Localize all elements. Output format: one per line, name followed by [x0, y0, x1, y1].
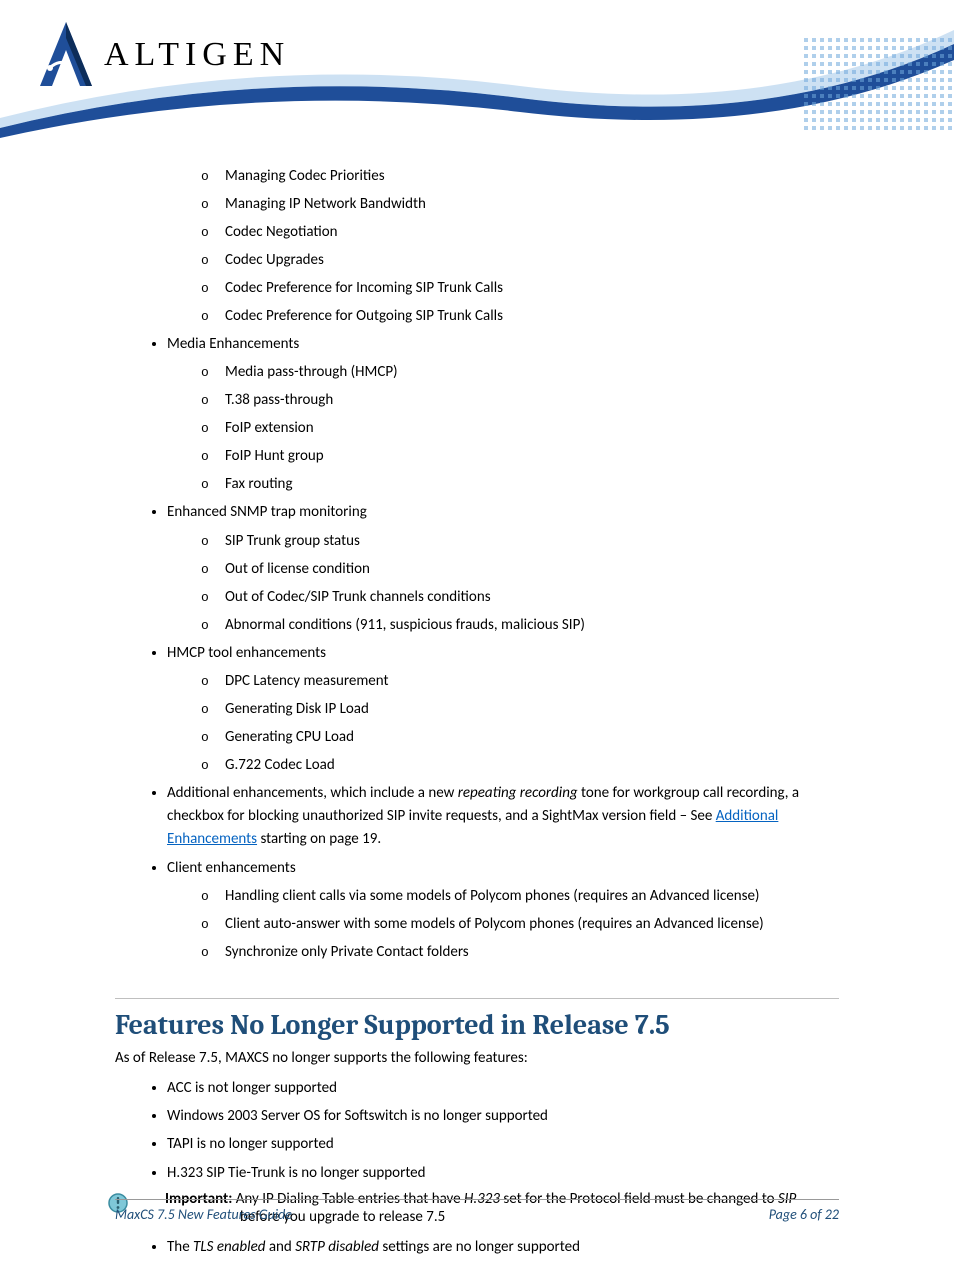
- additional-item: Additional enhancements, which include a…: [167, 782, 839, 852]
- list-item: FoIP Hunt group: [225, 444, 839, 468]
- list-item: Out of Codec/SIP Trunk channels conditio…: [225, 585, 839, 609]
- section-heading: Features No Longer Supported in Release …: [115, 998, 839, 1041]
- list-item: Handling client calls via some models of…: [225, 884, 839, 908]
- list-item: T.38 pass-through: [225, 388, 839, 412]
- list-item: DPC Latency measurement: [225, 669, 839, 693]
- text: settings are no longer supported: [379, 1238, 580, 1256]
- no-longer-supported-list: ACC is not longer supported Windows 2003…: [167, 1077, 839, 1185]
- text-italic: TLS enabled: [193, 1238, 265, 1256]
- tls-list: The TLS enabled and SRTP disabled settin…: [167, 1236, 839, 1259]
- text: and: [265, 1238, 295, 1256]
- section-intro: As of Release 7.5, MAXCS no longer suppo…: [115, 1049, 839, 1067]
- top-list: Media Enhancements Media pass-through (H…: [167, 333, 839, 964]
- list-label: HMCP tool enhancements: [167, 644, 326, 662]
- list-item: TAPI is no longer supported: [167, 1133, 839, 1156]
- list-item: Codec Preference for Incoming SIP Trunk …: [225, 276, 839, 300]
- list-item: Codec Negotiation: [225, 220, 839, 244]
- list-item: Media pass-through (HMCP): [225, 360, 839, 384]
- list-item: Generating Disk IP Load: [225, 697, 839, 721]
- list-item: Codec Upgrades: [225, 248, 839, 272]
- list-label: Media Enhancements: [167, 335, 299, 353]
- list-item: The TLS enabled and SRTP disabled settin…: [167, 1236, 839, 1259]
- text: Additional enhancements, which include a…: [167, 784, 458, 802]
- document-page: ALTIGEN Managing Codec Priorities Managi…: [0, 0, 954, 1259]
- list-item: Generating CPU Load: [225, 725, 839, 749]
- logo-text: ALTIGEN: [104, 36, 290, 74]
- list-item: Media Enhancements Media pass-through (H…: [167, 333, 839, 496]
- list-item: Client enhancements Handling client call…: [167, 857, 839, 964]
- list-item: G.722 Codec Load: [225, 753, 839, 777]
- list-item: Windows 2003 Server OS for Softswitch is…: [167, 1105, 839, 1128]
- snmp-sublist: SIP Trunk group status Out of license co…: [225, 529, 839, 637]
- logo-mark-icon: [38, 20, 94, 90]
- text: starting on page 19.: [257, 830, 381, 848]
- list-item: ACC is not longer supported: [167, 1077, 839, 1100]
- list-item: Fax routing: [225, 472, 839, 496]
- page-footer: MaxCS 7.5 New Features Guide Page 6 of 2…: [115, 1199, 839, 1223]
- client-sublist: Handling client calls via some models of…: [225, 884, 839, 964]
- list-label: Client enhancements: [167, 859, 296, 877]
- footer-page-number: Page 6 of 22: [769, 1206, 839, 1223]
- media-sublist: Media pass-through (HMCP) T.38 pass-thro…: [225, 360, 839, 496]
- list-item: Abnormal conditions (911, suspicious fra…: [225, 613, 839, 637]
- hmcp-sublist: DPC Latency measurement Generating Disk …: [225, 669, 839, 777]
- company-logo: ALTIGEN: [38, 20, 290, 90]
- list-item: HMCP tool enhancements DPC Latency measu…: [167, 642, 839, 777]
- list-item: H.323 SIP Tie-Trunk is no longer support…: [167, 1162, 839, 1185]
- text-italic: repeating recording: [458, 784, 578, 802]
- list-item: Out of license condition: [225, 557, 839, 581]
- list-item: SIP Trunk group status: [225, 529, 839, 553]
- text-italic: SRTP disabled: [295, 1238, 379, 1256]
- list-item: Codec Preference for Outgoing SIP Trunk …: [225, 304, 839, 328]
- page-header: ALTIGEN: [0, 0, 954, 150]
- header-dot-pattern: [804, 38, 954, 133]
- list-item: Managing IP Network Bandwidth: [225, 192, 839, 216]
- list-item: Managing Codec Priorities: [225, 164, 839, 188]
- list-item: Synchronize only Private Contact folders: [225, 940, 839, 964]
- codec-sublist: Managing Codec Priorities Managing IP Ne…: [225, 164, 839, 328]
- list-item: FoIP extension: [225, 416, 839, 440]
- list-item: Enhanced SNMP trap monitoring SIP Trunk …: [167, 501, 839, 636]
- page-content: Managing Codec Priorities Managing IP Ne…: [0, 150, 954, 1259]
- text: The: [167, 1238, 193, 1256]
- list-item: Client auto-answer with some models of P…: [225, 912, 839, 936]
- list-label: Enhanced SNMP trap monitoring: [167, 503, 367, 521]
- footer-title: MaxCS 7.5 New Features Guide: [115, 1206, 292, 1223]
